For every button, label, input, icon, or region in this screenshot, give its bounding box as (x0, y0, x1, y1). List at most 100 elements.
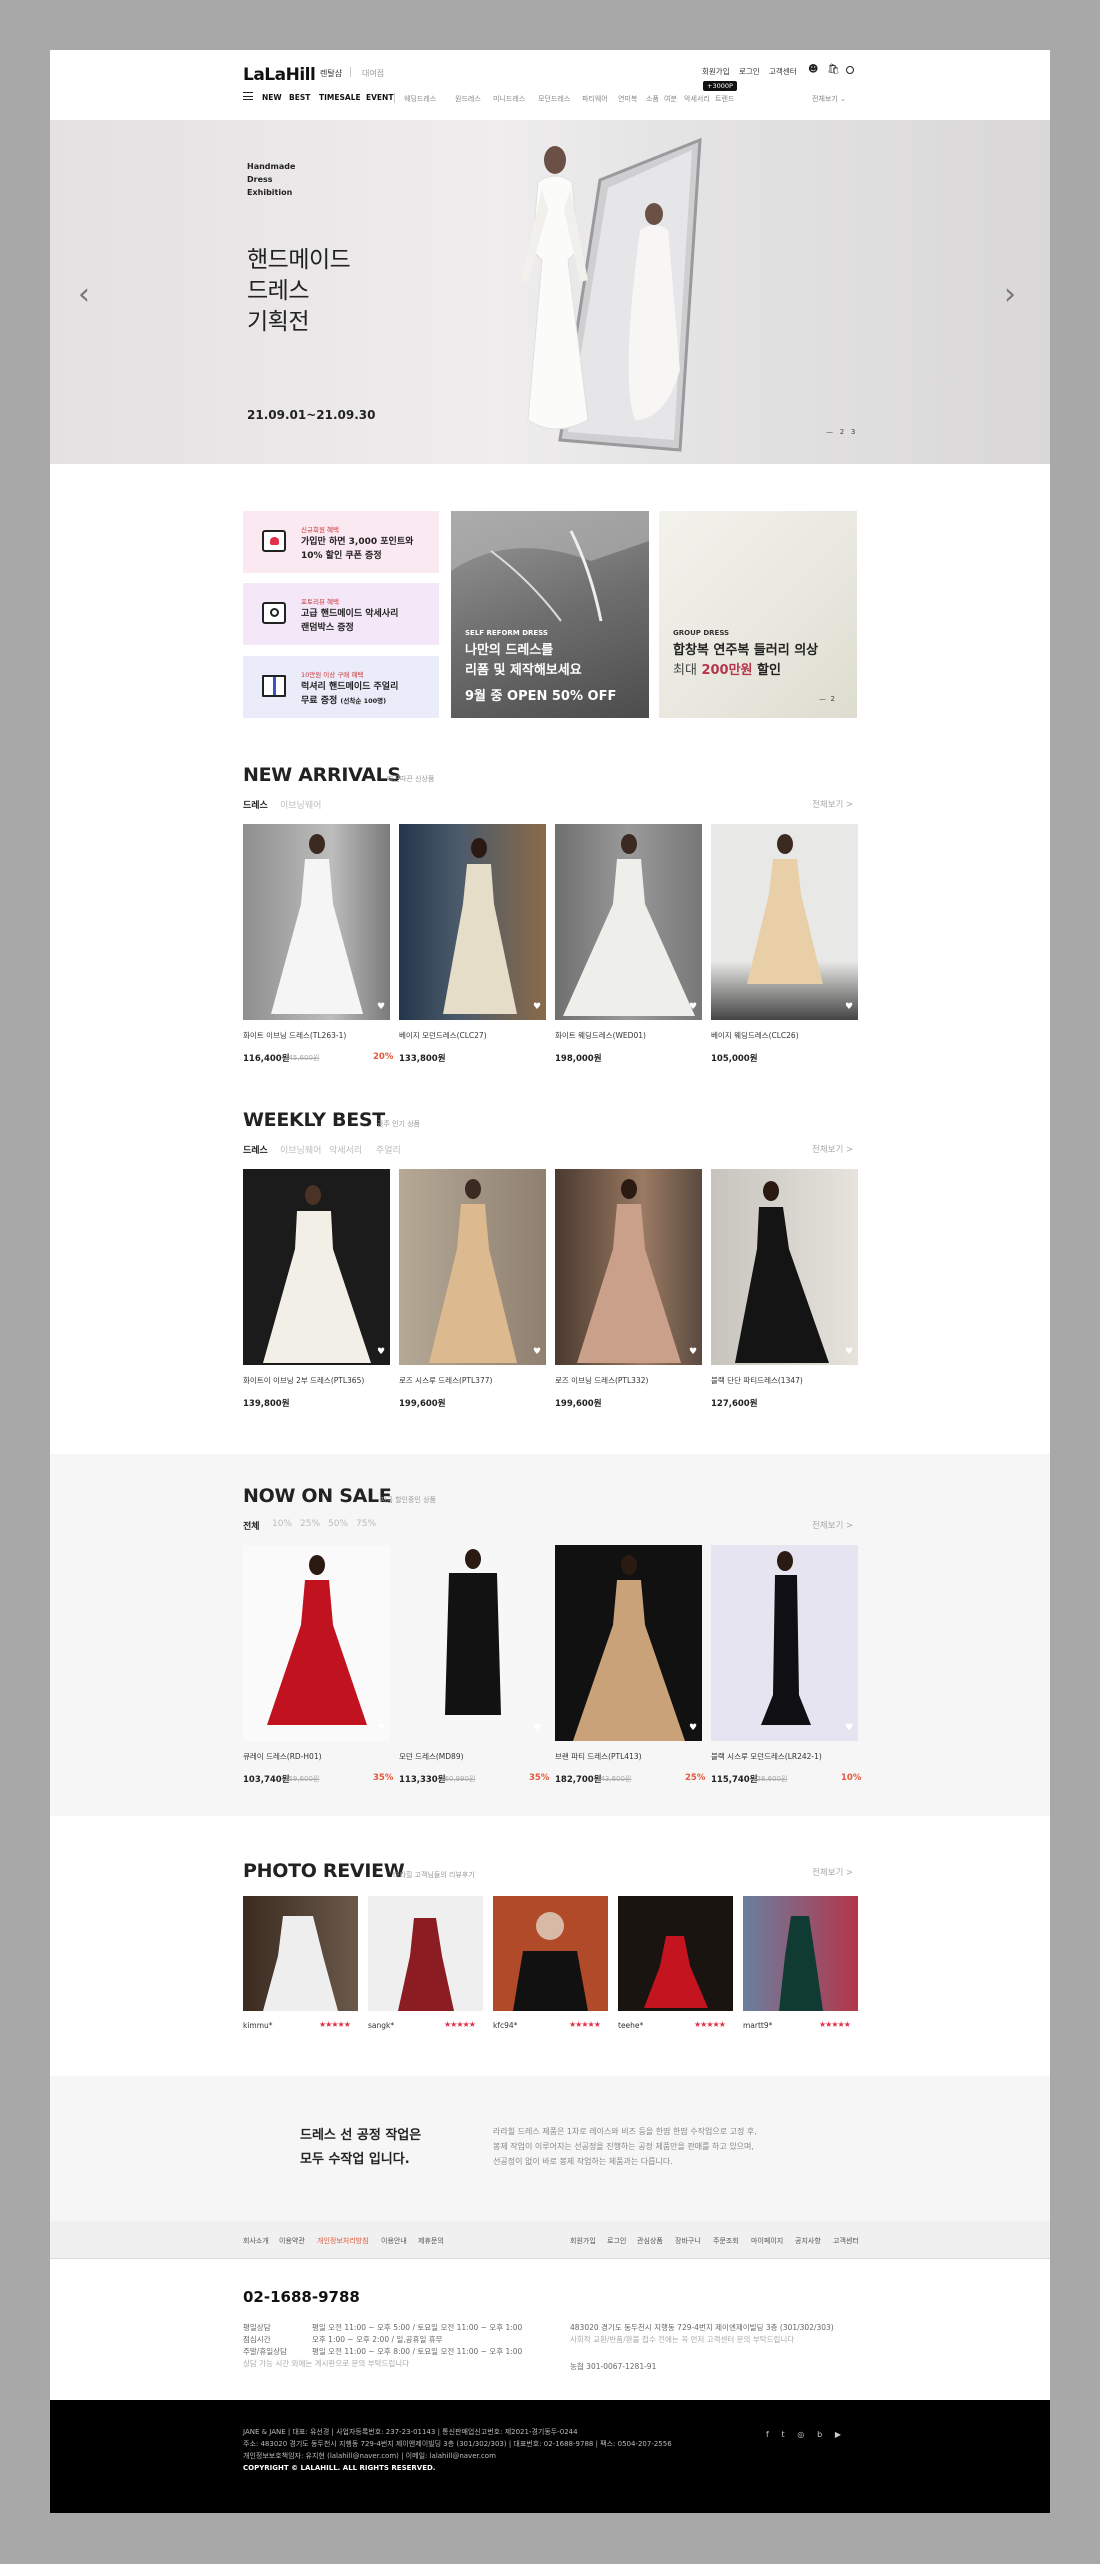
menu-icon[interactable] (243, 92, 253, 100)
heart-icon[interactable]: ♥ (689, 1347, 697, 1357)
tab-eveningwear[interactable]: 이브닝웨어 (280, 798, 321, 811)
hero-pager[interactable]: — 2 3 (826, 428, 855, 436)
footer-link-terms[interactable]: 이용약관 (279, 2236, 305, 2246)
signup-link[interactable]: 회원가입 (702, 66, 730, 77)
heart-icon[interactable]: ♥ (689, 1002, 697, 1012)
nav-mini-dress[interactable]: 미니드레스 (493, 94, 525, 104)
nav-props[interactable]: 소품 (646, 94, 659, 104)
promo-gift[interactable]: 10만원 이상 구매 혜택 럭셔리 핸드메이드 주얼리 무료 증정 (선착순 10… (243, 656, 439, 718)
footer-link-notice[interactable]: 공지사항 (795, 2236, 821, 2246)
instagram-icon[interactable]: ◎ (797, 2430, 804, 2439)
nav-new[interactable]: NEW (262, 93, 282, 102)
heart-icon[interactable]: ♥ (845, 1723, 853, 1733)
nav-wedding-dress[interactable]: 웨딩드레스 (404, 94, 436, 104)
tab-accessory[interactable]: 악세서리 (329, 1143, 362, 1156)
review-image[interactable] (368, 1896, 483, 2011)
banner-self-reform[interactable]: SELF REFORM DRESS 나만의 드레스를 리폼 및 제작해보세요 9월… (451, 511, 649, 718)
twitter-icon[interactable]: t (782, 2430, 785, 2439)
tab-50-percent[interactable]: 50% (328, 1519, 348, 1529)
heart-icon[interactable]: ♥ (377, 1347, 385, 1357)
footer-link-wishlist[interactable]: 관심상품 (637, 2236, 663, 2246)
footer-link-orders[interactable]: 주문조회 (713, 2236, 739, 2246)
youtube-icon[interactable]: ▶ (835, 2430, 841, 2439)
product-image[interactable] (243, 1545, 390, 1741)
hero-banner[interactable]: Handmade Dress Exhibition 핸드메이드 드레스 기획전 … (50, 120, 1050, 464)
product-name[interactable]: 모던 드레스(MD89) (399, 1751, 464, 1762)
category-dropdown[interactable]: 전체보기 ⌄ (812, 94, 846, 104)
nav-extra[interactable]: 여분 (664, 94, 677, 104)
facebook-icon[interactable]: f (766, 2430, 769, 2439)
heart-icon[interactable]: ♥ (533, 1723, 541, 1733)
footer-link-partnership[interactable]: 제휴문의 (418, 2236, 444, 2246)
tab-eveningwear[interactable]: 이브닝웨어 (280, 1143, 321, 1156)
product-name[interactable]: 블랙 단단 파티드레스(1347) (711, 1375, 803, 1386)
product-image[interactable] (399, 1545, 546, 1741)
heart-icon[interactable]: ♥ (377, 1002, 385, 1012)
customer-center-link[interactable]: 고객센터 (769, 66, 797, 77)
nav-modern-dress[interactable]: 모던드레스 (538, 94, 570, 104)
hero-next-arrow-icon[interactable]: › (1004, 280, 1016, 310)
heart-icon[interactable]: ♥ (845, 1347, 853, 1357)
product-name[interactable]: 화이트 웨딩드레스(WED01) (555, 1030, 646, 1041)
view-all-link[interactable]: 전체보기 > (812, 798, 853, 810)
product-image[interactable] (711, 1545, 858, 1741)
nav-tuxedo[interactable]: 연미복 (618, 94, 637, 104)
review-image[interactable] (243, 1896, 358, 2011)
nav-one-dress[interactable]: 원드레스 (455, 94, 481, 104)
tab-10-percent[interactable]: 10% (272, 1519, 292, 1529)
heart-icon[interactable]: ♥ (377, 1723, 385, 1733)
nav-trend[interactable]: 트렌드 (715, 94, 734, 104)
footer-link-privacy[interactable]: 개인정보처리방침 (317, 2236, 369, 2246)
pager-page-3[interactable]: 3 (851, 428, 855, 436)
review-image[interactable] (493, 1896, 608, 2011)
tab-25-percent[interactable]: 25% (300, 1519, 320, 1529)
product-image[interactable] (243, 824, 390, 1020)
review-image[interactable] (618, 1896, 733, 2011)
pager-current[interactable]: — (826, 428, 833, 436)
tab-75-percent[interactable]: 75% (356, 1519, 376, 1529)
heart-icon[interactable]: ♥ (845, 1002, 853, 1012)
view-all-link[interactable]: 전체보기 > (812, 1519, 853, 1531)
hero-prev-arrow-icon[interactable]: ‹ (78, 280, 90, 310)
tab-dress[interactable]: 드레스 (243, 798, 268, 811)
nav-timesale[interactable]: TIMESALE (319, 93, 361, 102)
bag-icon[interactable]: 🛍 (827, 65, 840, 75)
product-name[interactable]: 로즈 시스루 드레스(PTL377) (399, 1375, 492, 1386)
site-logo[interactable]: LaLaHill (243, 65, 316, 85)
banner-group-dress[interactable]: GROUP DRESS 합창복 연주복 들러리 의상 최대 200만원 할인 —… (659, 511, 857, 718)
shop-link-rental[interactable]: 렌탈샵 (320, 68, 342, 79)
view-all-link[interactable]: 전체보기 > (812, 1866, 853, 1878)
product-name[interactable]: 로즈 이브닝 드레스(PTL332) (555, 1375, 648, 1386)
product-image[interactable] (555, 824, 702, 1020)
tab-all[interactable]: 전체 (243, 1519, 260, 1532)
nav-event[interactable]: EVENT (366, 93, 393, 102)
search-icon[interactable] (846, 66, 854, 74)
nav-best[interactable]: BEST (289, 93, 310, 102)
login-link[interactable]: 로그인 (739, 66, 760, 77)
product-name[interactable]: 베이지 웨딩드레스(CLC26) (711, 1030, 799, 1041)
tab-jewelry[interactable]: 주얼리 (376, 1143, 401, 1156)
heart-icon[interactable]: ♥ (533, 1347, 541, 1357)
footer-link-about[interactable]: 회사소개 (243, 2236, 269, 2246)
footer-link-support[interactable]: 고객센터 (833, 2236, 859, 2246)
footer-link-signup[interactable]: 회원가입 (570, 2236, 596, 2246)
product-image[interactable] (399, 824, 546, 1020)
banner-pager[interactable]: — 2 (819, 695, 835, 703)
product-image[interactable] (399, 1169, 546, 1365)
footer-link-login[interactable]: 로그인 (607, 2236, 626, 2246)
product-name[interactable]: 베이지 모던드레스(CLC27) (399, 1030, 487, 1041)
footer-link-cart[interactable]: 장바구니 (675, 2236, 701, 2246)
promo-new-member[interactable]: 신규회원 혜택 가입만 하면 3,000 포인트와 10% 할인 쿠폰 증정 (243, 511, 439, 573)
product-image[interactable] (711, 1169, 858, 1365)
product-name[interactable]: 큐레이 드레스(RD-H01) (243, 1751, 322, 1762)
blog-icon[interactable]: b (817, 2430, 822, 2439)
view-all-link[interactable]: 전체보기 > (812, 1143, 853, 1155)
product-image[interactable] (243, 1169, 390, 1365)
review-image[interactable] (743, 1896, 858, 2011)
product-image[interactable] (555, 1169, 702, 1365)
nav-accessory[interactable]: 악세서리 (684, 94, 710, 104)
user-icon[interactable]: ☻ (808, 65, 818, 75)
product-name[interactable]: 블랙 시스루 모던드레스(LR242-1) (711, 1751, 822, 1762)
promo-photo-review[interactable]: 포토리뷰 혜택 고급 핸드메이드 악세사리 랜덤박스 증정 (243, 583, 439, 645)
heart-icon[interactable]: ♥ (689, 1723, 697, 1733)
